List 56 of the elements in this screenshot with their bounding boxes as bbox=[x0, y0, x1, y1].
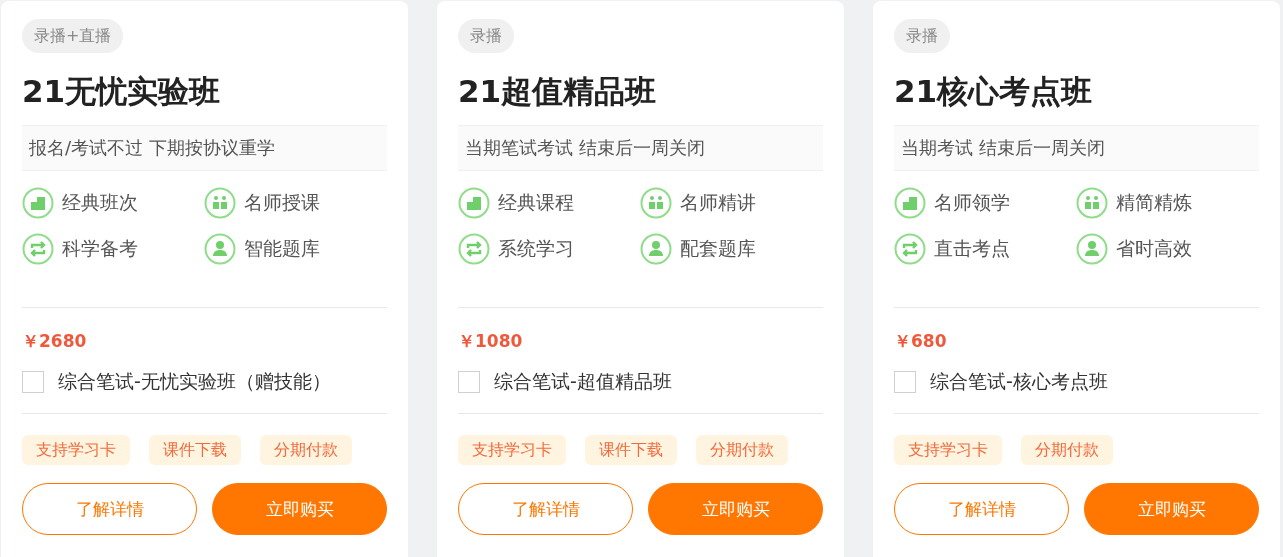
price: ￥680 bbox=[894, 330, 948, 353]
buy-button[interactable]: 立即购买 bbox=[212, 483, 387, 535]
checkbox[interactable] bbox=[458, 371, 480, 393]
feature-tag: 支持学习卡 bbox=[22, 435, 130, 465]
format-badge: 录播 bbox=[458, 19, 514, 53]
option-label: 综合笔试-超值精品班 bbox=[494, 369, 672, 394]
price: ￥2680 bbox=[22, 330, 88, 353]
feature-label: 名师精讲 bbox=[680, 190, 756, 215]
course-title: 21核心考点班 bbox=[894, 72, 1094, 111]
format-badge: 录播 bbox=[894, 19, 950, 53]
checkbox[interactable] bbox=[22, 371, 44, 393]
feature-tag: 分期付款 bbox=[696, 435, 788, 465]
promo-text: 报名/考试不过 下期按协议重学 bbox=[22, 125, 387, 171]
buy-button[interactable]: 立即购买 bbox=[648, 483, 823, 535]
person-icon bbox=[204, 233, 236, 265]
checkbox[interactable] bbox=[894, 371, 916, 393]
feature-label: 直击考点 bbox=[934, 236, 1010, 261]
feature-label: 智能题库 bbox=[244, 236, 320, 261]
feature-tag: 课件下载 bbox=[585, 435, 677, 465]
feature-label: 系统学习 bbox=[498, 236, 574, 261]
promo-text: 当期考试 结束后一周关闭 bbox=[894, 125, 1259, 171]
feature-tag: 课件下载 bbox=[149, 435, 241, 465]
feature-label: 精简精炼 bbox=[1116, 190, 1192, 215]
person-icon bbox=[640, 233, 672, 265]
course-title: 21超值精品班 bbox=[458, 72, 658, 111]
building-icon bbox=[458, 187, 490, 219]
promo-text: 当期笔试考试 结束后一周关闭 bbox=[458, 125, 823, 171]
people-icon bbox=[204, 187, 236, 219]
feature-label: 名师领学 bbox=[934, 190, 1010, 215]
feature-label: 名师授课 bbox=[244, 190, 320, 215]
details-button[interactable]: 了解详情 bbox=[458, 483, 633, 535]
buy-button[interactable]: 立即购买 bbox=[1084, 483, 1259, 535]
feature-tag: 支持学习卡 bbox=[894, 435, 1002, 465]
building-icon bbox=[894, 187, 926, 219]
repeat-icon bbox=[22, 233, 54, 265]
feature-label: 经典课程 bbox=[498, 190, 574, 215]
feature-label: 科学备考 bbox=[62, 236, 138, 261]
feature-tag: 分期付款 bbox=[260, 435, 352, 465]
people-icon bbox=[640, 187, 672, 219]
person-icon bbox=[1076, 233, 1108, 265]
format-badge: 录播+直播 bbox=[22, 19, 124, 53]
details-button[interactable]: 了解详情 bbox=[22, 483, 197, 535]
price: ￥1080 bbox=[458, 330, 524, 353]
feature-label: 配套题库 bbox=[680, 236, 756, 261]
repeat-icon bbox=[894, 233, 926, 265]
feature-tag: 支持学习卡 bbox=[458, 435, 566, 465]
option-label: 综合笔试-无忧实验班（赠技能） bbox=[58, 369, 331, 394]
feature-label: 省时高效 bbox=[1116, 236, 1192, 261]
building-icon bbox=[22, 187, 54, 219]
repeat-icon bbox=[458, 233, 490, 265]
people-icon bbox=[1076, 187, 1108, 219]
feature-tag: 分期付款 bbox=[1021, 435, 1113, 465]
details-button[interactable]: 了解详情 bbox=[894, 483, 1069, 535]
course-title: 21无忧实验班 bbox=[22, 72, 222, 111]
option-label: 综合笔试-核心考点班 bbox=[930, 369, 1108, 394]
feature-label: 经典班次 bbox=[62, 190, 138, 215]
